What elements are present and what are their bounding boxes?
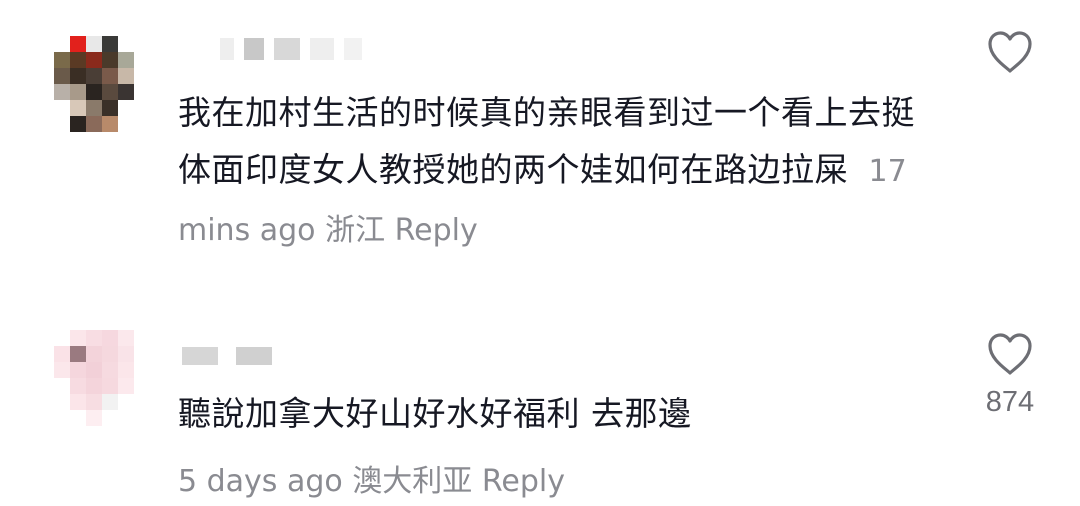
avatar[interactable]: [54, 36, 150, 132]
like-control[interactable]: [980, 30, 1040, 74]
comment-body: 聽說加拿大好山好水好福利 去那邊: [178, 385, 918, 442]
comment-meta: 5 days ago 澳大利亚 Reply: [178, 456, 565, 500]
reply-button[interactable]: Reply: [482, 464, 565, 499]
comment-body: 我在加村生活的时候真的亲眼看到过一个看上去挺体面印度女人教授她的两个娃如何在路边…: [178, 84, 918, 259]
comment-text: 我在加村生活的时候真的亲眼看到过一个看上去挺体面印度女人教授她的两个娃如何在路边…: [178, 93, 915, 189]
comment-text: 聽說加拿大好山好水好福利 去那邊: [178, 394, 692, 433]
heart-outline-icon[interactable]: [986, 30, 1034, 74]
heart-outline-icon[interactable]: [986, 332, 1034, 376]
avatar[interactable]: [54, 330, 150, 426]
reply-button[interactable]: Reply: [395, 213, 478, 248]
like-count: 874: [985, 386, 1035, 418]
comment-location: 澳大利亚: [352, 464, 473, 499]
username-redacted[interactable]: [220, 38, 362, 60]
comment-location: 浙江: [325, 213, 386, 248]
username-redacted[interactable]: [182, 347, 272, 365]
comment-time: 5 days ago: [178, 464, 343, 499]
like-control[interactable]: 874: [972, 332, 1048, 419]
